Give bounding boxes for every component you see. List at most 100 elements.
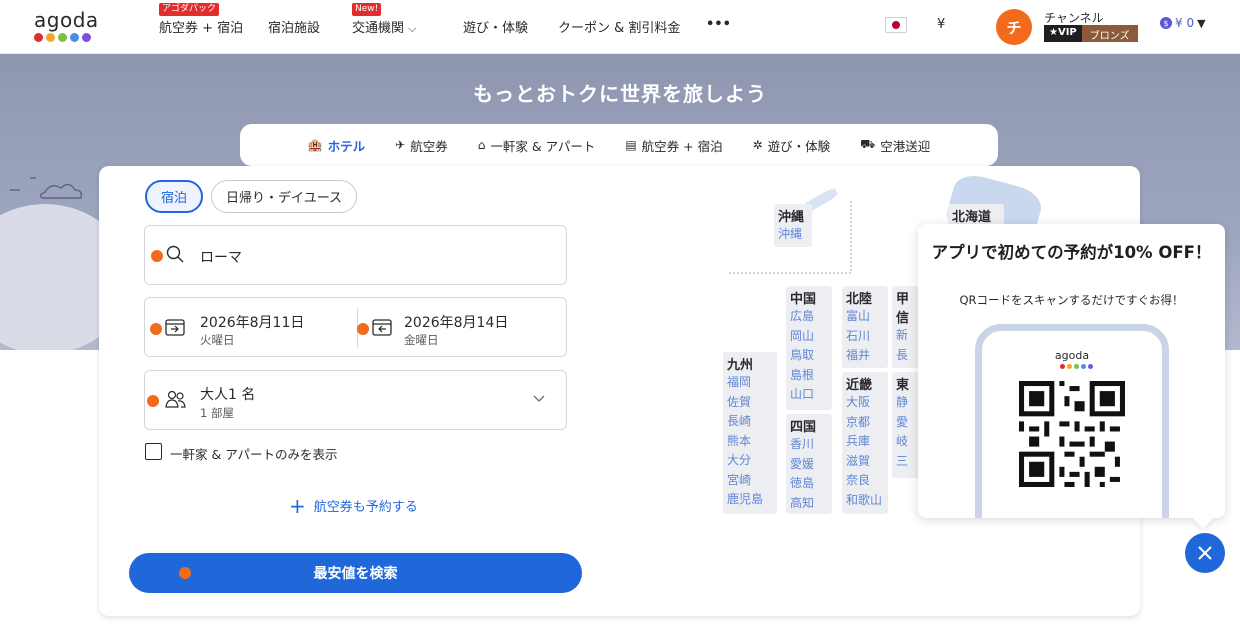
dayuse-pill[interactable]: 日帰り・デイユース: [211, 180, 357, 213]
region-name: 甲信: [896, 292, 910, 326]
hotel-icon: 🏨: [307, 138, 323, 152]
calendar-out-icon: [372, 318, 392, 340]
pref-item[interactable]: 石川: [846, 327, 884, 347]
tab-bundle[interactable]: ▤ 航空券 + 宿泊: [625, 136, 722, 155]
agoda-logo[interactable]: agoda: [34, 8, 104, 46]
add-flight-label: 航空券も予約する: [313, 500, 418, 515]
pref-item[interactable]: 佐賀: [727, 393, 773, 413]
dates-field: 2026年8月11日 火曜日 2026年8月14日 金曜日: [144, 297, 567, 357]
tab-label: 航空券 + 宿泊: [641, 138, 723, 154]
tab-label: 遊び・体験: [767, 138, 831, 154]
pref-item[interactable]: 島根: [790, 366, 828, 386]
pref-item[interactable]: 富山: [846, 307, 884, 327]
nav-coupons[interactable]: クーポン & 割引料金: [558, 17, 680, 36]
pref-item[interactable]: 福井: [846, 346, 884, 366]
pref-item[interactable]: 香川: [790, 435, 828, 455]
search-icon: [166, 245, 184, 267]
pref-item[interactable]: 広島: [790, 307, 828, 327]
japan-flag-icon[interactable]: [885, 17, 907, 33]
pref-item[interactable]: 奈良: [846, 471, 884, 491]
pref-item[interactable]: 宮崎: [727, 471, 773, 491]
pref-item[interactable]: 和歌山: [846, 491, 884, 511]
app-promo-popup: アプリで初めての予約が10% OFF！ QRコードをスキャンするだけですぐお得！…: [918, 224, 1225, 518]
destination-field[interactable]: ローマ: [144, 225, 567, 285]
nav-transport[interactable]: New! 交通機関 ⌵: [352, 3, 416, 36]
nav-flight-hotel[interactable]: アゴダパック 航空券 + 宿泊: [159, 3, 244, 36]
marker-dot: [150, 323, 162, 335]
region-name: 近畿: [846, 378, 873, 393]
nav-label: 航空券 + 宿泊: [159, 21, 244, 36]
tab-label: ホテル: [327, 138, 366, 154]
pref-item[interactable]: 鳥取: [790, 346, 828, 366]
guests-value: 大人1 名: [200, 387, 256, 403]
pref-item[interactable]: 兵庫: [846, 432, 884, 452]
pref-item[interactable]: 長: [896, 346, 918, 366]
pref-item[interactable]: 山: [896, 365, 918, 368]
marker-dot: [151, 250, 163, 262]
region-shikoku: 四国 香川 愛媛 徳島 高知: [786, 414, 832, 514]
pref-item[interactable]: 滋賀: [846, 452, 884, 472]
region-name: 九州: [727, 358, 754, 373]
nav-accommodation[interactable]: 宿泊施設: [268, 17, 320, 36]
pref-item[interactable]: 長崎: [727, 412, 773, 432]
pref-item[interactable]: 山口: [790, 385, 828, 405]
nav-label: 宿泊施設: [268, 21, 321, 36]
checkout-field[interactable]: 2026年8月14日 金曜日: [357, 298, 568, 358]
pref-item[interactable]: 岐: [896, 432, 918, 452]
region-name: 中国: [790, 292, 817, 307]
homes-only-checkbox[interactable]: [145, 443, 162, 460]
pref-item[interactable]: 徳島: [790, 474, 828, 494]
stay-pill[interactable]: 宿泊: [145, 180, 203, 213]
bundle-icon: ▤: [625, 138, 637, 152]
pref-item[interactable]: 高知: [790, 494, 828, 514]
region-kyushu: 九州 福岡 佐賀 長崎 熊本 大分 宮崎 鹿児島: [723, 352, 777, 514]
pref-item[interactable]: 愛媛: [790, 455, 828, 475]
tab-airport-transfer[interactable]: ⛟ 空港送迎: [860, 136, 930, 155]
tab-activities[interactable]: ✲ 遊び・体験: [753, 136, 831, 155]
pref-item[interactable]: 福岡: [727, 373, 773, 393]
pref-okinawa[interactable]: 沖縄: [778, 225, 808, 245]
pref-item[interactable]: 静: [896, 393, 918, 413]
guests-field[interactable]: 大人1 名 1 部屋: [144, 370, 567, 430]
tab-hotel[interactable]: 🏨 ホテル: [308, 136, 365, 155]
phone-logo: agoda: [1054, 349, 1090, 362]
activity-icon: ✲: [752, 138, 763, 152]
marker-dot: [357, 323, 369, 335]
pref-item[interactable]: 鹿児島: [727, 490, 773, 510]
pref-item[interactable]: 大阪: [846, 393, 884, 413]
add-flight-link[interactable]: + 航空券も予約する: [289, 496, 418, 516]
pref-item[interactable]: 京都: [846, 413, 884, 433]
points-balance[interactable]: $ ¥ 0 ▼: [1160, 16, 1206, 30]
pref-item[interactable]: 熊本: [727, 432, 773, 452]
region-name: 沖縄: [778, 210, 805, 225]
logo-dots: [34, 33, 104, 42]
close-icon: [1198, 546, 1212, 560]
region-kinki: 近畿 大阪 京都 兵庫 滋賀 奈良 和歌山: [842, 372, 888, 514]
pref-item[interactable]: 愛: [896, 413, 918, 433]
pref-item[interactable]: 三: [896, 452, 918, 472]
coin-icon: $: [1160, 17, 1172, 29]
tab-flights[interactable]: ✈ 航空券: [395, 136, 448, 155]
avatar[interactable]: チ: [996, 9, 1032, 45]
checkin-date: 2026年8月11日: [200, 315, 305, 331]
chevron-down-icon: [532, 391, 546, 407]
pref-item[interactable]: 新: [896, 326, 918, 346]
region-okinawa[interactable]: 沖縄 沖縄: [774, 204, 812, 247]
currency-selector[interactable]: ¥: [937, 17, 945, 32]
checkin-field[interactable]: 2026年8月11日 火曜日: [145, 298, 357, 358]
username[interactable]: チャンネル: [1044, 9, 1104, 26]
logo-text: agoda: [34, 8, 99, 32]
pref-item[interactable]: 岡山: [790, 327, 828, 347]
region-name: 北陸: [846, 292, 873, 307]
nav-label: 交通機関: [352, 21, 405, 36]
top-header: agoda アゴダパック 航空券 + 宿泊 宿泊施設 New! 交通機関 ⌵ 遊び…: [0, 0, 1240, 54]
destination-value: ローマ: [200, 250, 242, 266]
points-value: ¥ 0: [1175, 16, 1195, 30]
search-button[interactable]: 最安値を検索: [129, 553, 582, 593]
pref-item[interactable]: 大分: [727, 451, 773, 471]
close-popup-button[interactable]: [1185, 533, 1225, 573]
nav-more[interactable]: •••: [706, 17, 731, 32]
nav-activities[interactable]: 遊び・体験: [463, 17, 528, 36]
qr-code-icon[interactable]: [1019, 381, 1125, 487]
tab-homes[interactable]: ⌂ 一軒家 & アパート: [478, 136, 596, 155]
